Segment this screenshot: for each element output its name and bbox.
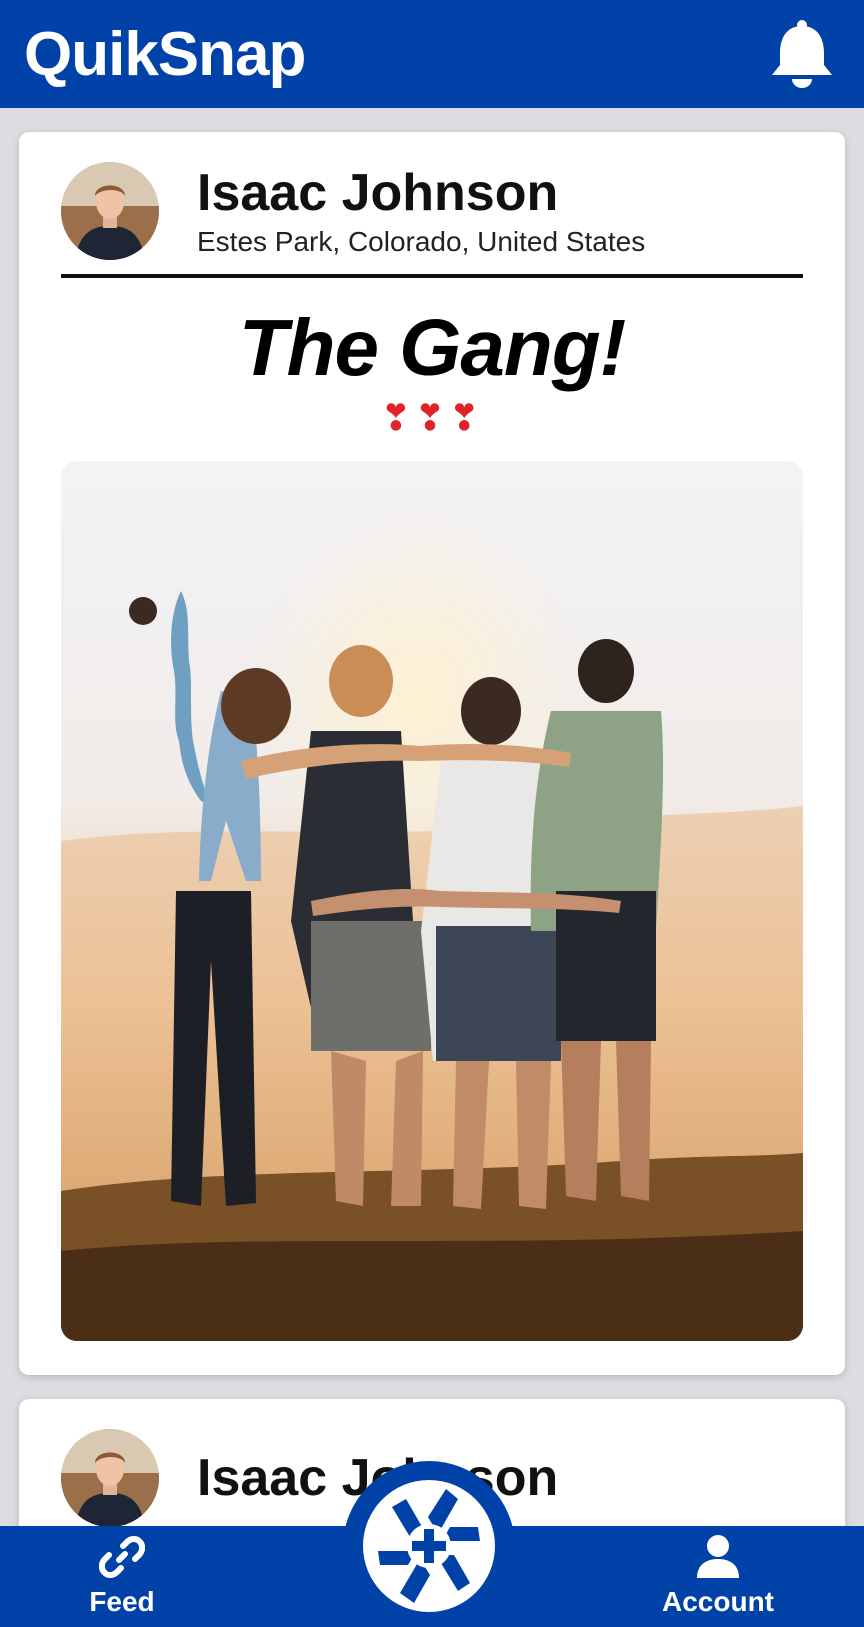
user-meta: Isaac Johnson Estes Park, Colorado, Unit… [197,164,645,258]
post-card: Isaac Johnson Estes Park, Colorado, Unit… [19,132,845,1375]
nav-account-label: Account [662,1586,774,1617]
post-header: Isaac Johnson Estes Park, Colorado, Unit… [61,162,803,278]
app-title: QuikSnap [24,19,306,89]
bell-icon[interactable] [770,19,834,89]
nav-account[interactable]: Account [643,1534,793,1618]
avatar[interactable] [61,1429,159,1526]
post-title: The Gang! [238,303,627,392]
nav-feed-label: Feed [89,1586,155,1617]
person-icon [697,1535,739,1578]
post-photo[interactable] [61,461,803,1341]
post-feed[interactable]: Isaac Johnson Estes Park, Colorado, Unit… [0,108,864,1526]
nav-feed[interactable]: Feed [47,1534,197,1618]
avatar[interactable] [61,162,159,260]
user-location: Estes Park, Colorado, United States [197,226,646,258]
capture-button[interactable] [343,1461,515,1627]
user-name[interactable]: Isaac Johnson [197,164,645,222]
heart-reactions: ❣❣❣ [380,398,484,439]
app-header: QuikSnap [0,0,864,108]
camera-shutter-plus-icon [363,1480,495,1612]
link-icon [99,1536,145,1578]
